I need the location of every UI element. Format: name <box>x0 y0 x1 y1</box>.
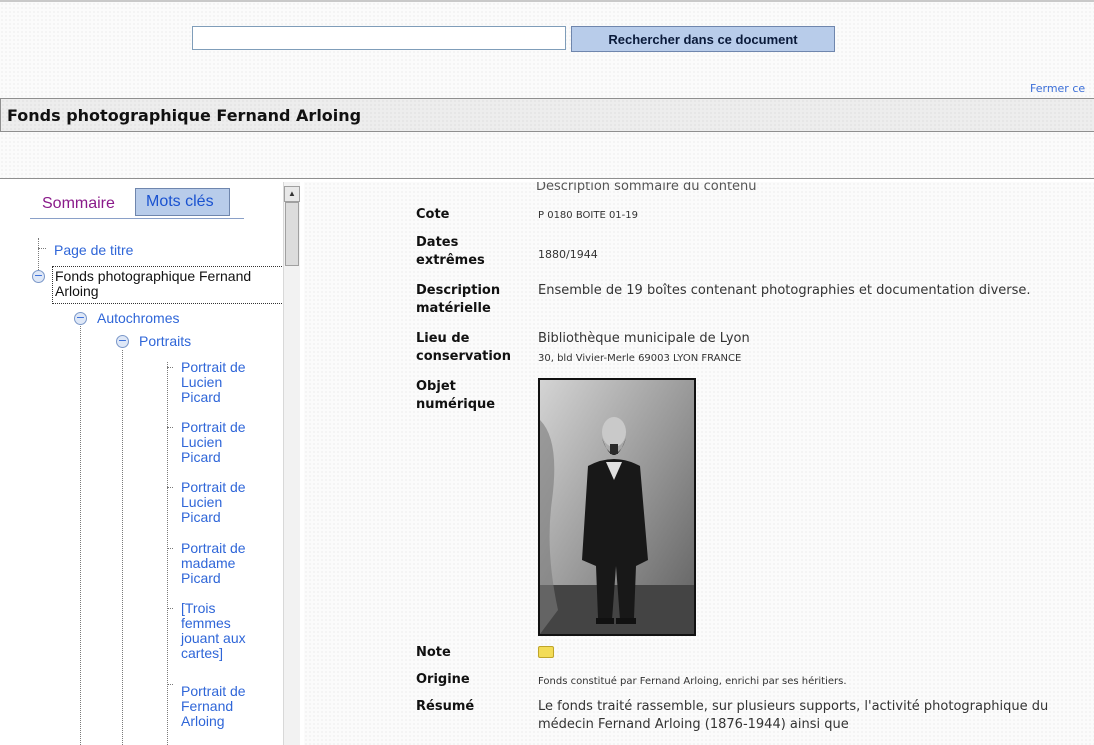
field-label: Objet numérique <box>416 379 496 412</box>
field-label: Lieu de conservation <box>416 331 511 364</box>
tree-item-portrait[interactable]: Portrait de Lucien Picard <box>181 360 261 405</box>
field-value-dates: 1880/1944 <box>538 248 598 261</box>
tree-guide <box>122 350 123 745</box>
field-label: Description matérielle <box>416 283 501 316</box>
field-value-address: 30, bld Vivier-Merle 69003 LYON FRANCE <box>538 353 742 364</box>
search-input[interactable] <box>192 26 566 50</box>
collapse-icon[interactable]: − <box>116 335 129 348</box>
tree-guide <box>167 608 173 609</box>
tree-guide <box>38 248 46 249</box>
tree-guide <box>167 684 173 685</box>
search-button[interactable]: Rechercher dans ce document <box>571 26 835 52</box>
field-label: Cote <box>416 207 450 222</box>
section-heading: Description sommaire du contenu <box>536 182 757 194</box>
tree-item-portrait[interactable]: Portrait de Fernand Arloing <box>181 684 261 729</box>
tree-item-portraits[interactable]: Portraits <box>139 334 191 349</box>
field-value-lieu: Bibliothèque municipale de Lyon <box>538 331 750 346</box>
tree-item-portrait[interactable]: Portrait de madame Picard <box>181 541 261 586</box>
close-link[interactable]: Fermer ce <box>1030 82 1085 95</box>
field-value-origine: Fonds constitué par Fernand Arloing, enr… <box>538 676 847 687</box>
tree-guide <box>167 362 168 745</box>
sidebar: Sommaire Mots clés Page de titre − Fonds… <box>0 182 300 745</box>
portrait-image <box>540 380 694 634</box>
toolbar-band <box>0 132 1094 179</box>
field-label: Note <box>416 645 451 660</box>
record-details: Description sommaire du contenu Cote P 0… <box>304 182 1094 745</box>
tree-guide <box>167 548 173 549</box>
tree-item-title-page[interactable]: Page de titre <box>54 243 133 258</box>
tab-sommaire[interactable]: Sommaire <box>30 188 132 220</box>
digital-object-photo[interactable] <box>538 378 696 636</box>
tree-item-portrait[interactable]: [Trois femmes jouant aux cartes] <box>181 601 261 661</box>
tab-divider <box>30 218 244 219</box>
collapse-icon[interactable]: − <box>32 270 45 283</box>
tree-guide <box>167 427 173 428</box>
tree-item-portrait[interactable]: Portrait de Lucien Picard <box>181 480 261 525</box>
tree-item-autochromes[interactable]: Autochromes <box>97 311 179 326</box>
tree-item-fonds[interactable]: Fonds photographique Fernand Arloing <box>55 269 255 299</box>
field-label: Dates extrêmes <box>416 235 485 268</box>
sidebar-scrollbar[interactable]: ▲ <box>283 182 300 745</box>
field-value-cote: P 0180 BOITE 01-19 <box>538 210 639 221</box>
note-icon[interactable] <box>538 646 554 658</box>
scroll-thumb[interactable] <box>285 202 299 266</box>
scroll-up-icon[interactable]: ▲ <box>284 186 300 202</box>
collapse-icon[interactable]: − <box>74 312 87 325</box>
page-title: Fonds photographique Fernand Arloing <box>7 106 362 125</box>
tree-guide <box>167 487 173 488</box>
search-toolbar: Rechercher dans ce document Fermer ce <box>0 0 1094 102</box>
field-value-description: Ensemble de 19 boîtes contenant photogra… <box>538 283 1031 298</box>
field-label: Origine <box>416 672 470 687</box>
tree-guide <box>80 322 81 745</box>
field-value-resume: Le fonds traité rassemble, sur plusieurs… <box>538 699 1049 732</box>
tab-mots-cles[interactable]: Mots clés <box>135 188 230 216</box>
title-bar: Fonds photographique Fernand Arloing <box>0 98 1094 132</box>
tree-guide <box>167 367 173 368</box>
tree-item-portrait[interactable]: Portrait de Lucien Picard <box>181 420 261 465</box>
field-label: Résumé <box>416 699 475 714</box>
